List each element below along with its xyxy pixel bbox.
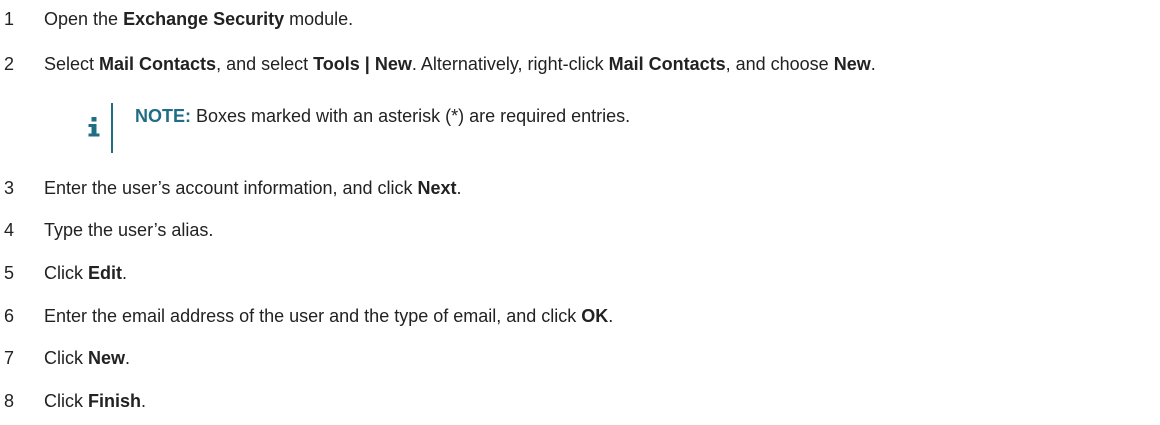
step-number: 1	[4, 9, 15, 29]
info-icon	[88, 117, 100, 137]
step-text-segment: Click	[44, 391, 88, 411]
step-text: Enter the email address of the user and …	[44, 305, 613, 327]
step-text-segment: .	[608, 306, 614, 326]
ui-term: Mail Contacts	[99, 54, 217, 74]
ui-term: Finish	[88, 391, 141, 411]
step-text-segment: module.	[284, 9, 354, 29]
step-text: Enter the user’s account information, an…	[44, 177, 462, 199]
step-text-segment: Type the user’s alias.	[44, 220, 214, 240]
step-number: 2	[4, 54, 15, 74]
step-text-segment: Enter the email address of the user and …	[44, 306, 582, 326]
step-number: 8	[4, 391, 15, 411]
step-text: Click Finish.	[44, 390, 146, 412]
ui-term: Tools | New	[313, 54, 412, 74]
step-text-segment: .	[870, 54, 876, 74]
step-text-segment: Click	[44, 348, 88, 368]
ui-term: New	[88, 348, 126, 368]
note-callout: NOTE: Boxes marked with an asterisk (*) …	[87, 103, 987, 153]
step-text-segment: .	[125, 348, 131, 368]
ui-term: New	[833, 54, 871, 74]
step-text: Click Edit.	[44, 262, 127, 284]
step-text-segment: Select	[44, 54, 100, 74]
note-body: Boxes marked with an asterisk (*) are re…	[191, 106, 631, 126]
step-text: Click New.	[44, 347, 130, 369]
step-number: 6	[4, 306, 15, 326]
step-text-segment: .	[141, 391, 147, 411]
step-number: 7	[4, 348, 15, 368]
ui-term: Exchange Security	[123, 9, 285, 29]
note-divider	[111, 103, 113, 153]
ui-term: Edit	[88, 263, 122, 283]
step-text-segment: , and choose	[725, 54, 834, 74]
procedure-document: 1 Open the Exchange Security module. 2 S…	[0, 0, 1160, 425]
step-text: Select Mail Contacts, and select Tools |…	[44, 53, 876, 75]
ui-term: Next	[417, 178, 457, 198]
step-text-segment: .	[122, 263, 128, 283]
step-number: 3	[4, 178, 15, 198]
step-text-segment: Click	[44, 263, 88, 283]
step-number: 5	[4, 263, 15, 283]
note-label: NOTE:	[135, 106, 191, 126]
step-text-segment: Open the	[44, 9, 124, 29]
step-text: Type the user’s alias.	[44, 219, 213, 241]
ui-term: OK	[581, 306, 609, 326]
note-text: NOTE: Boxes marked with an asterisk (*) …	[135, 105, 630, 127]
step-text-segment: , and select	[216, 54, 314, 74]
step-number: 4	[4, 220, 15, 240]
step-text-segment: Enter the user’s account information, an…	[44, 178, 418, 198]
ui-term: Mail Contacts	[608, 54, 726, 74]
step-text-segment: . Alternatively, right-click	[411, 54, 609, 74]
step-text: Open the Exchange Security module.	[44, 8, 353, 30]
step-text-segment: .	[456, 178, 462, 198]
